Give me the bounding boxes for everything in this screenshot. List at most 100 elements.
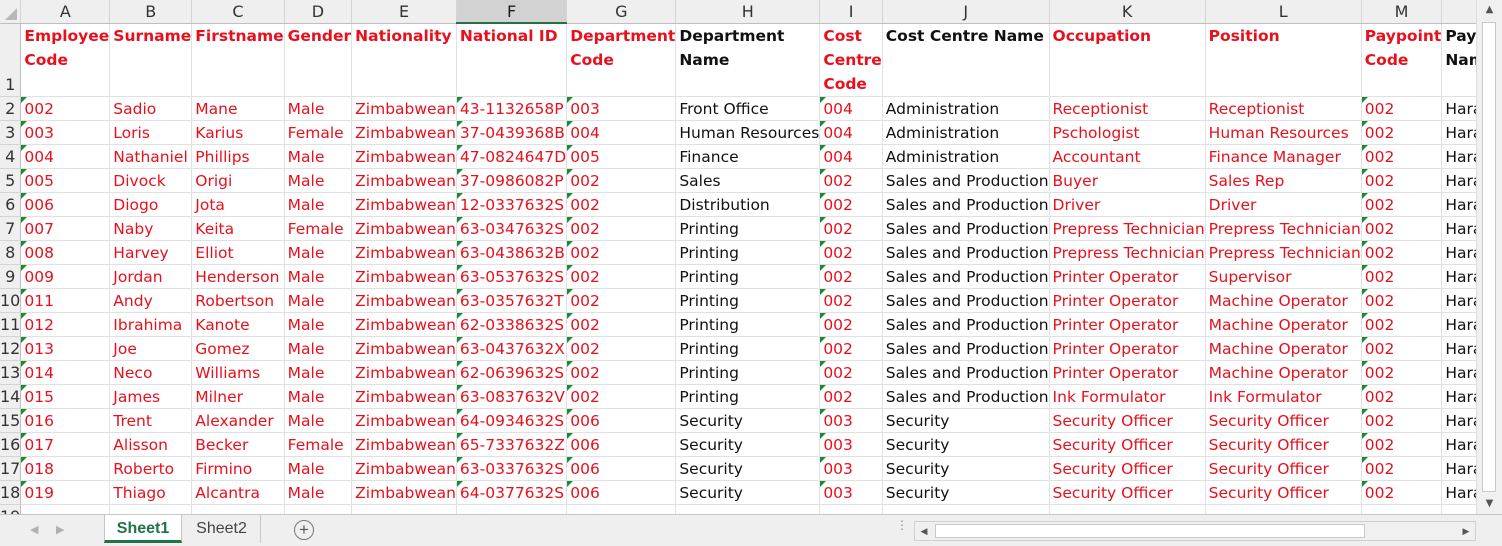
table-cell[interactable]: Driver <box>1049 192 1206 217</box>
header-cell[interactable]: Cost Centre Name <box>882 23 1050 97</box>
table-cell[interactable]: 003 <box>20 120 111 145</box>
table-cell[interactable]: 002 <box>1361 432 1443 457</box>
table-cell[interactable]: 002 <box>819 216 883 241</box>
table-cell[interactable]: 63-0537632S <box>456 264 568 289</box>
table-cell[interactable]: Human Resources <box>675 120 821 145</box>
table-cell[interactable]: Security Officer <box>1205 480 1362 505</box>
table-cell[interactable]: Printing <box>675 216 821 241</box>
column-header-g[interactable]: G <box>566 0 677 24</box>
table-cell[interactable]: 64-0934632S <box>456 408 568 433</box>
table-cell[interactable]: Diogo <box>109 192 193 217</box>
table-cell[interactable]: 002 <box>566 216 677 241</box>
table-cell[interactable] <box>675 504 821 514</box>
table-cell[interactable]: Male <box>284 384 353 409</box>
table-cell[interactable]: Administration <box>882 144 1050 169</box>
table-cell[interactable]: Male <box>284 312 353 337</box>
header-cell[interactable]: Paypoint Code <box>1361 23 1443 97</box>
table-cell[interactable]: Receptionist <box>1049 96 1206 121</box>
table-cell[interactable]: Front Office <box>675 96 821 121</box>
table-cell[interactable]: 002 <box>819 312 883 337</box>
table-cell[interactable]: Sales and Production <box>882 168 1050 193</box>
table-cell[interactable]: Sales and Production <box>882 336 1050 361</box>
table-cell[interactable]: Printer Operator <box>1049 360 1206 385</box>
table-cell[interactable]: Machine Operator <box>1205 288 1362 313</box>
table-cell[interactable]: Ink Formulator <box>1205 384 1362 409</box>
table-cell[interactable]: Alcantra <box>191 480 285 505</box>
table-cell[interactable]: Zimbabwean <box>351 408 457 433</box>
table-cell[interactable]: Zimbabwean <box>351 264 457 289</box>
table-cell[interactable]: Becker <box>191 432 285 457</box>
table-cell[interactable]: 37-0986082P <box>456 168 568 193</box>
table-cell[interactable]: Security Officer <box>1049 408 1206 433</box>
table-cell[interactable]: 63-0437632X <box>456 336 568 361</box>
table-cell[interactable]: 015 <box>20 384 111 409</box>
table-cell[interactable]: 002 <box>1361 168 1443 193</box>
table-cell[interactable]: Zimbabwean <box>351 480 457 505</box>
table-cell[interactable]: 002 <box>1361 360 1443 385</box>
column-header-h[interactable]: H <box>675 0 821 24</box>
table-cell[interactable]: Zimbabwean <box>351 120 457 145</box>
table-cell[interactable]: Sales and Production <box>882 240 1050 265</box>
table-cell[interactable]: Human Resources <box>1205 120 1362 145</box>
table-cell[interactable]: Alisson <box>109 432 193 457</box>
column-header-m[interactable]: M <box>1361 0 1443 24</box>
table-cell[interactable]: Security Officer <box>1205 408 1362 433</box>
table-cell[interactable]: 012 <box>20 312 111 337</box>
column-header-f[interactable]: F <box>456 0 568 24</box>
table-cell[interactable]: Harare <box>1441 240 1476 265</box>
header-cell[interactable]: Employee Code <box>20 23 111 97</box>
table-cell[interactable]: 002 <box>20 96 111 121</box>
table-cell[interactable]: 64-0377632S <box>456 480 568 505</box>
table-cell[interactable]: 002 <box>1361 312 1443 337</box>
table-cell[interactable]: Driver <box>1205 192 1362 217</box>
horizontal-scroll-thumb[interactable] <box>935 524 1365 538</box>
table-cell[interactable]: 002 <box>1361 408 1443 433</box>
table-cell[interactable]: Distribution <box>675 192 821 217</box>
table-cell[interactable]: 002 <box>1361 384 1443 409</box>
table-cell[interactable]: Zimbabwean <box>351 288 457 313</box>
table-cell[interactable] <box>882 504 1050 514</box>
table-cell[interactable]: Printer Operator <box>1049 336 1206 361</box>
table-cell[interactable]: 007 <box>20 216 111 241</box>
table-cell[interactable]: Male <box>284 360 353 385</box>
header-cell[interactable]: Gender <box>284 23 353 97</box>
column-header-e[interactable]: E <box>351 0 457 24</box>
cell-table[interactable]: ABCDEFGHIJKLMNOP 1Employee CodeSurnameFi… <box>0 0 1476 514</box>
table-cell[interactable]: 002 <box>1361 144 1443 169</box>
table-cell[interactable]: Loris <box>109 120 193 145</box>
table-cell[interactable]: Trent <box>109 408 193 433</box>
table-cell[interactable]: Sales and Production <box>882 288 1050 313</box>
table-cell[interactable]: Robertson <box>191 288 285 313</box>
row-header[interactable]: 16 <box>0 432 22 457</box>
table-cell[interactable]: Male <box>284 480 353 505</box>
table-cell[interactable]: Gomez <box>191 336 285 361</box>
table-cell[interactable]: Printing <box>675 336 821 361</box>
header-cell[interactable]: Paypoint Name <box>1441 23 1476 97</box>
table-cell[interactable]: 002 <box>566 360 677 385</box>
table-cell[interactable]: 003 <box>819 480 883 505</box>
table-cell[interactable]: Finance <box>675 144 821 169</box>
table-cell[interactable]: Sales and Production <box>882 216 1050 241</box>
next-sheet-icon[interactable]: ▶ <box>56 523 64 536</box>
table-cell[interactable]: Male <box>284 144 353 169</box>
table-cell[interactable]: Kanote <box>191 312 285 337</box>
table-cell[interactable]: 003 <box>819 456 883 481</box>
table-cell[interactable]: 002 <box>1361 336 1443 361</box>
table-cell[interactable]: 002 <box>566 336 677 361</box>
table-cell[interactable]: Sales and Production <box>882 192 1050 217</box>
table-cell[interactable] <box>191 504 285 514</box>
table-cell[interactable]: 002 <box>1361 120 1443 145</box>
table-cell[interactable]: Security Officer <box>1049 456 1206 481</box>
table-cell[interactable]: 002 <box>1361 288 1443 313</box>
table-cell[interactable]: Harare <box>1441 360 1476 385</box>
table-cell[interactable]: Printer Operator <box>1049 312 1206 337</box>
prev-sheet-icon[interactable]: ◀ <box>30 523 38 536</box>
row-header[interactable]: 3 <box>0 120 22 145</box>
table-cell[interactable]: 002 <box>1361 216 1443 241</box>
table-cell[interactable]: Joe <box>109 336 193 361</box>
table-cell[interactable]: James <box>109 384 193 409</box>
table-cell[interactable]: 47-0824647D <box>456 144 568 169</box>
table-cell[interactable]: Zimbabwean <box>351 192 457 217</box>
table-cell[interactable]: 019 <box>20 480 111 505</box>
table-cell[interactable]: 003 <box>566 96 677 121</box>
